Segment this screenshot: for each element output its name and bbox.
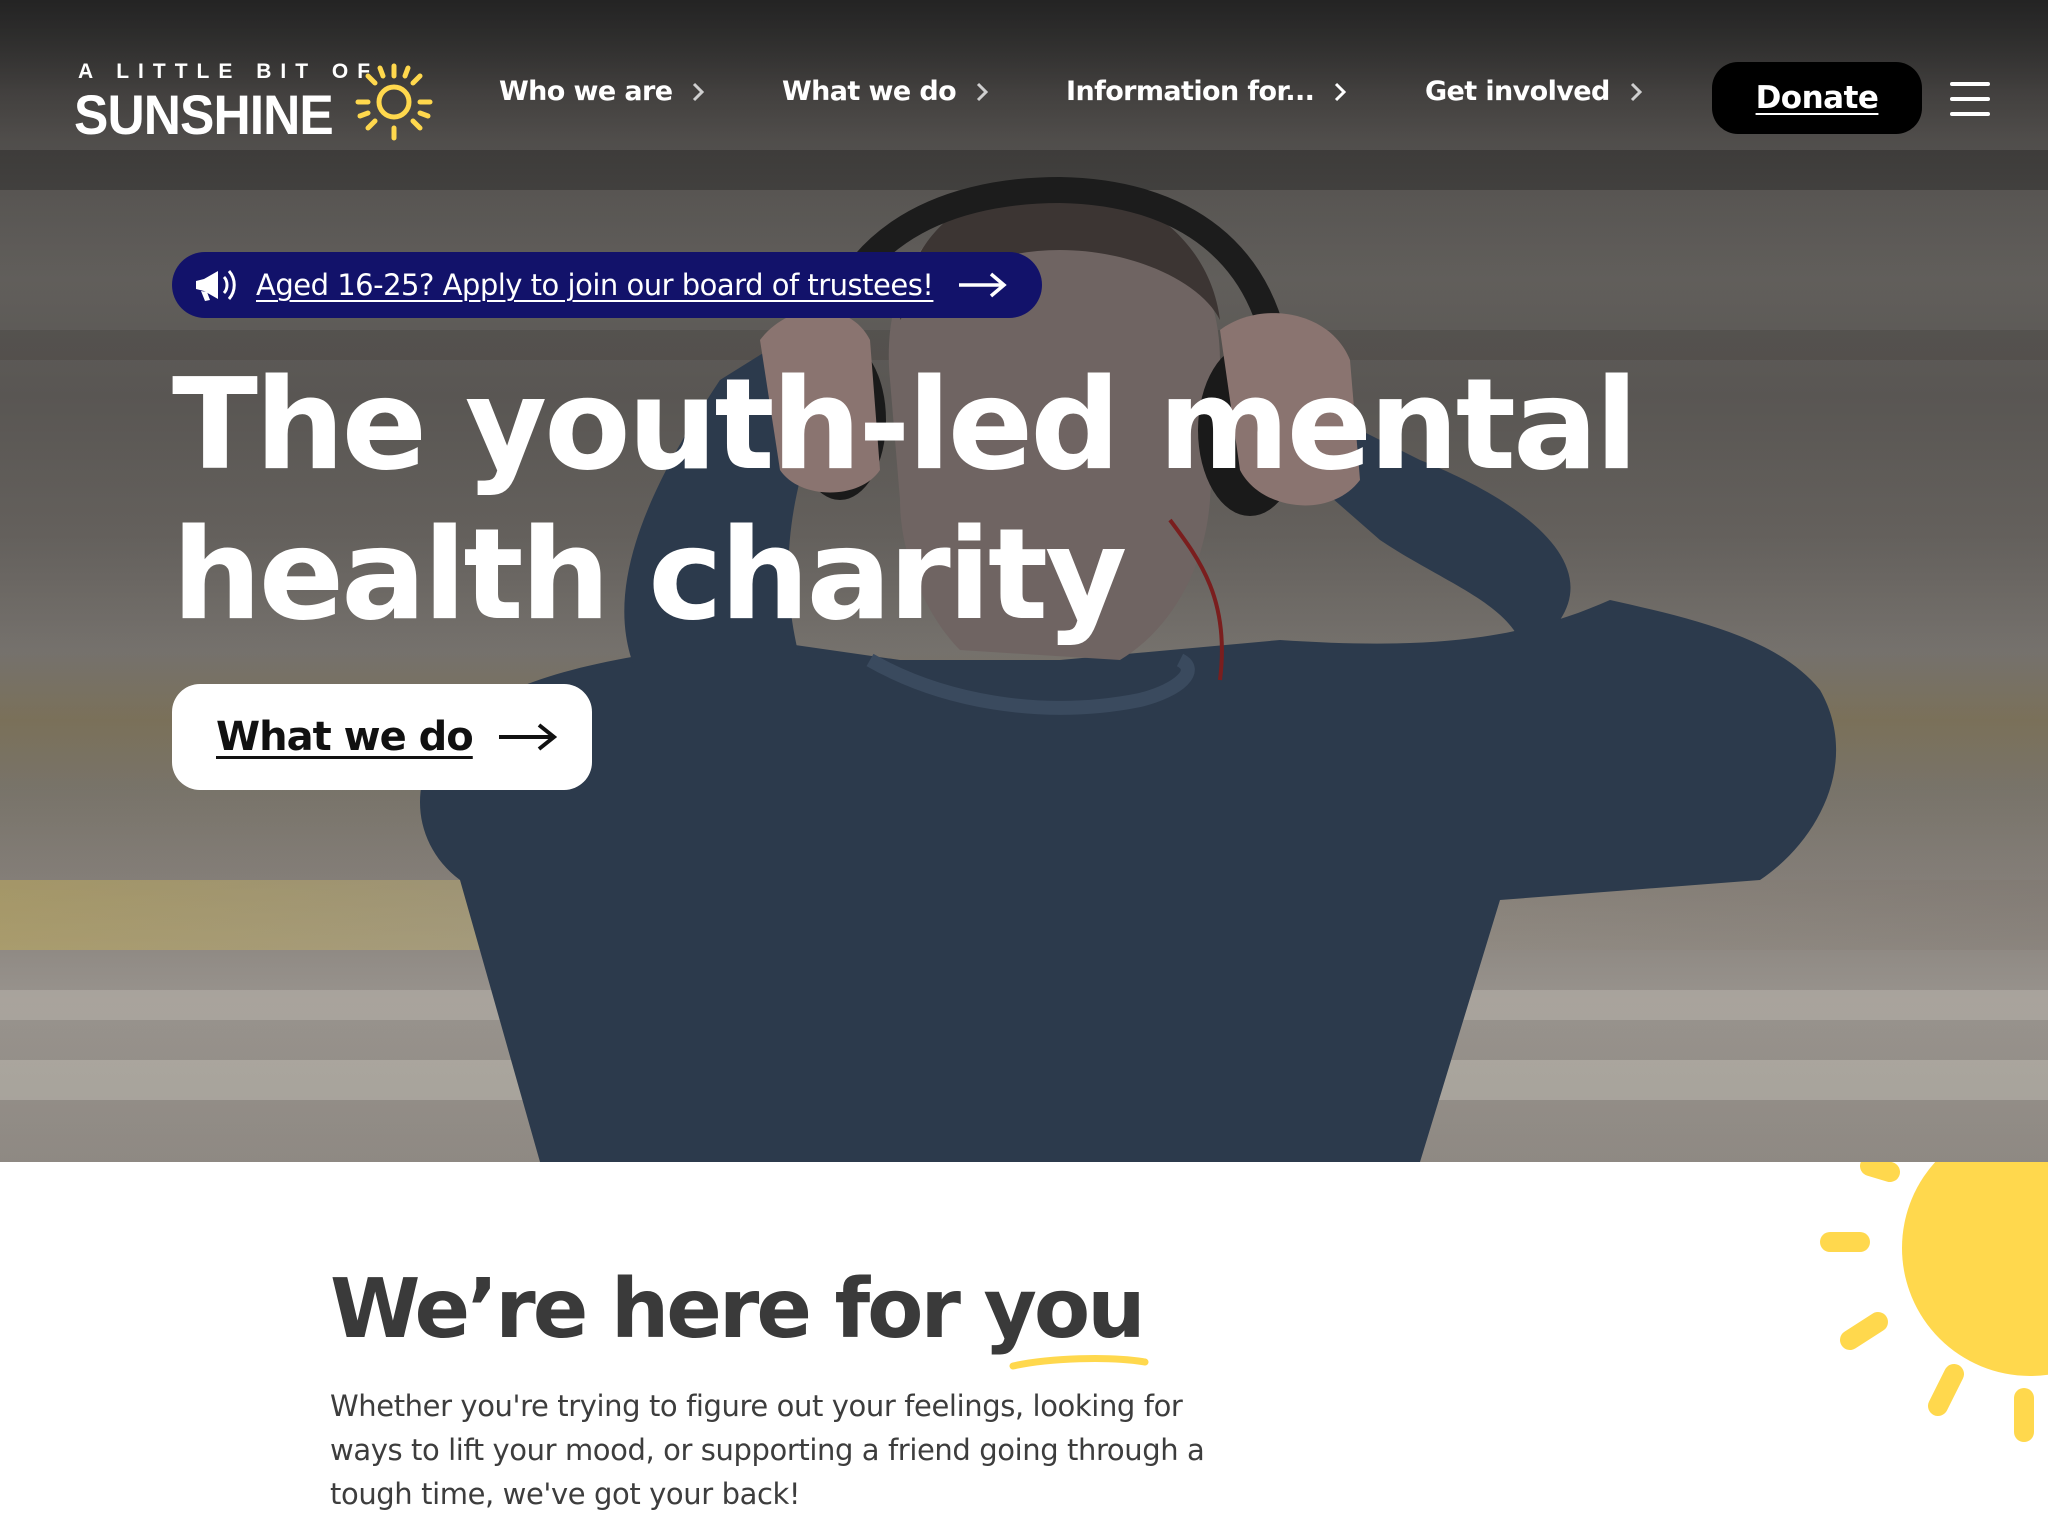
nav-item-information-for[interactable]: Information for... [1066, 76, 1348, 107]
announcement-banner-link[interactable]: Aged 16-25? Apply to join our board of t… [172, 252, 1042, 318]
donate-button[interactable]: Donate [1712, 62, 1922, 134]
nav-item-who-we-are[interactable]: Who we are [499, 76, 706, 107]
nav-item-what-we-do[interactable]: What we do [782, 76, 990, 107]
hero-section: A LITTLE BIT OF SUNSHINE Who we are What… [0, 0, 2048, 1162]
intro-title-start: We’re here for [330, 1262, 984, 1357]
intro-title: We’re here for you [330, 1262, 1149, 1370]
chevron-right-icon [1335, 82, 1347, 101]
chevron-right-icon [977, 82, 989, 101]
nav-item-label: Information for... [1066, 76, 1315, 107]
announcement-text: Aged 16-25? Apply to join our board of t… [256, 268, 934, 302]
hamburger-menu-icon[interactable] [1950, 82, 1990, 116]
arrow-right-icon [959, 272, 1008, 298]
arrow-right-icon [498, 723, 557, 751]
cta-label: What we do [216, 714, 474, 760]
intro-body: Whether you're trying to figure out your… [330, 1389, 1205, 1511]
sun-icon [355, 63, 433, 141]
nav-item-get-involved[interactable]: Get involved [1425, 76, 1644, 107]
sun-decoration-icon [1820, 1162, 2048, 1442]
site-logo[interactable]: A LITTLE BIT OF SUNSHINE [74, 60, 434, 146]
intro-section: We’re here for you Whether you're trying… [0, 1162, 2048, 1536]
nav-item-label: Get involved [1425, 76, 1610, 107]
logo-wordmark: SUNSHINE [74, 83, 334, 146]
logo-tagline: A LITTLE BIT OF [78, 60, 380, 83]
yellow-underline-decoration [1009, 1355, 1149, 1370]
nav-item-label: What we do [782, 76, 957, 107]
hero-headline: The youth-led mental health charity [172, 351, 1638, 648]
megaphone-icon [196, 270, 236, 301]
chevron-right-icon [693, 82, 705, 101]
intro-title-emphasis: you [983, 1262, 1149, 1370]
what-we-do-button[interactable]: What we do [172, 684, 592, 790]
chevron-right-icon [1630, 82, 1642, 101]
homepage: A LITTLE BIT OF SUNSHINE Who we are What… [0, 0, 2048, 1536]
nav-item-label: Who we are [499, 76, 673, 107]
